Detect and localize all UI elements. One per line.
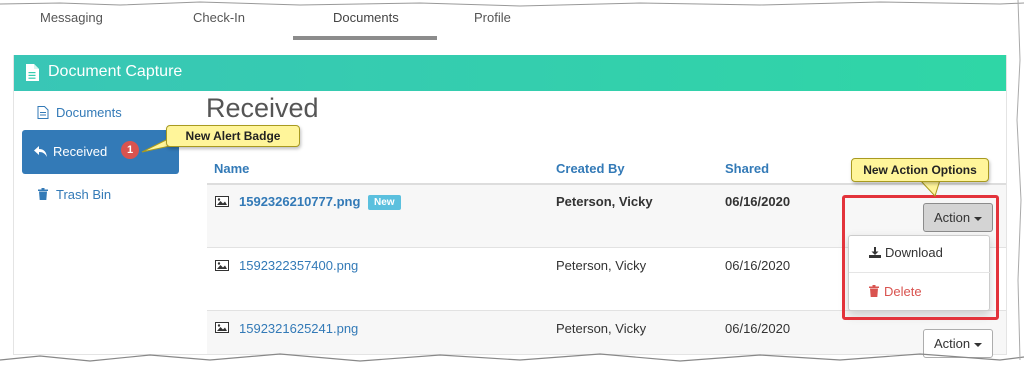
image-file-icon (215, 260, 229, 271)
reply-icon (34, 146, 47, 157)
created-by: Peterson, Vicky (556, 258, 647, 273)
file-name-link[interactable]: 1592321625241.png (239, 321, 358, 336)
trash-icon (38, 188, 48, 200)
page-title: Received (206, 93, 319, 123)
shared-date: 06/16/2020 (725, 194, 791, 209)
callout-new-action-options: New Action Options (851, 158, 989, 182)
sidebar-item-documents[interactable]: Documents (36, 105, 122, 120)
action-button[interactable]: Action (923, 329, 994, 358)
tab-documents[interactable]: Documents (333, 10, 399, 25)
created-by: Peterson, Vicky (556, 321, 647, 336)
action-options-highlight (842, 195, 999, 320)
top-nav: Messaging Check-In Documents Profile (0, 0, 1024, 42)
column-header-shared[interactable]: Shared (725, 161, 769, 176)
sidebar-item-label: Received (53, 144, 108, 159)
column-header-name[interactable]: Name (214, 161, 249, 176)
alert-count-badge: 1 (121, 141, 139, 159)
caret-down-icon (974, 342, 983, 347)
shared-date: 06/16/2020 (725, 258, 791, 273)
shared-date: 06/16/2020 (725, 321, 791, 336)
panel-header: Document Capture (14, 55, 1006, 91)
file-name-link[interactable]: 1592322357400.png (239, 258, 358, 273)
tab-messaging[interactable]: Messaging (40, 10, 103, 25)
created-by: Peterson, Vicky (556, 194, 653, 209)
column-header-created-by[interactable]: Created By (556, 161, 625, 176)
image-file-icon (215, 196, 229, 207)
sidebar-item-label: Trash Bin (56, 187, 112, 202)
sidebar-item-trash-bin[interactable]: Trash Bin (36, 187, 111, 202)
file-name-link[interactable]: 1592326210777.png (239, 194, 360, 209)
panel-title: Document Capture (48, 63, 183, 80)
sidebar-item-received[interactable]: Received 1 (22, 130, 179, 174)
image-file-icon (215, 322, 229, 333)
sidebar-item-label: Documents (56, 105, 122, 120)
active-tab-indicator (293, 36, 437, 40)
tab-profile[interactable]: Profile (474, 10, 511, 25)
document-icon (26, 64, 39, 81)
document-icon (37, 106, 49, 119)
action-button-label: Action (934, 336, 971, 351)
callout-new-alert-badge: New Alert Badge (166, 125, 300, 147)
new-badge: New (368, 195, 401, 210)
tab-check-in[interactable]: Check-In (193, 10, 245, 25)
